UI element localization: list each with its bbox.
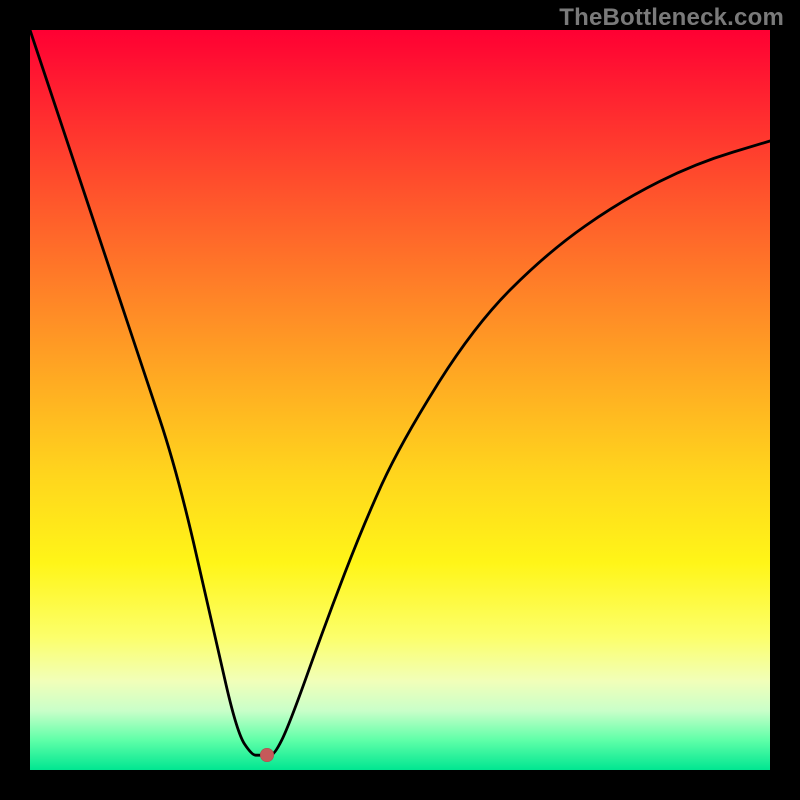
bottleneck-curve	[30, 30, 770, 755]
chart-frame: TheBottleneck.com	[0, 0, 800, 800]
watermark-text: TheBottleneck.com	[559, 4, 784, 32]
curve-svg	[30, 30, 770, 770]
optimum-marker	[260, 748, 274, 762]
plot-area	[30, 30, 770, 770]
